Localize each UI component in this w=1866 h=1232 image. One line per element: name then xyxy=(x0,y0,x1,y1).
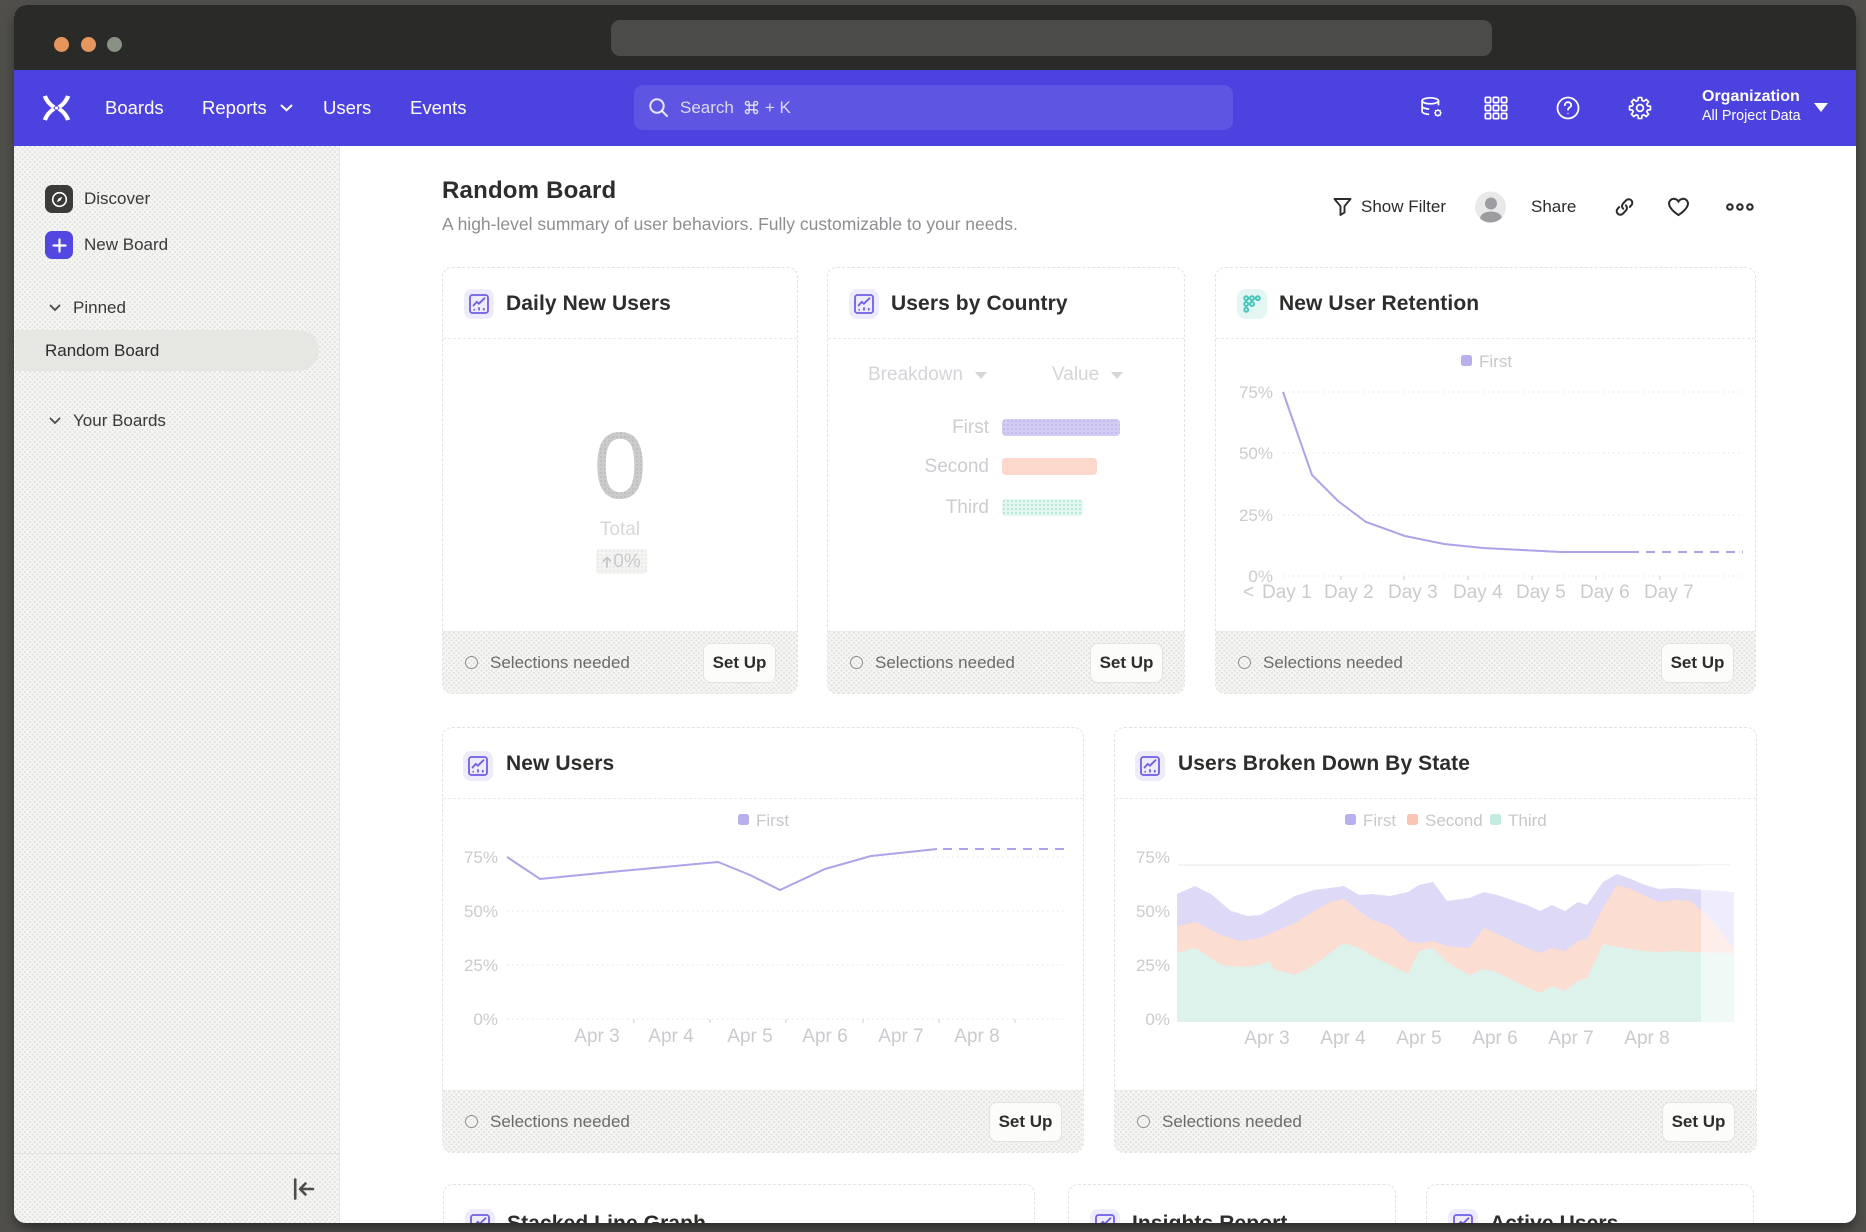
svg-text:Apr 6: Apr 6 xyxy=(802,1026,847,1047)
svg-text:Apr 6: Apr 6 xyxy=(1472,1028,1517,1049)
svg-text:Apr 5: Apr 5 xyxy=(1396,1028,1441,1049)
svg-text:Apr 7: Apr 7 xyxy=(1548,1028,1593,1049)
svg-text:Day 7: Day 7 xyxy=(1644,582,1694,603)
svg-text:50%: 50% xyxy=(464,902,498,921)
svg-text:<: < xyxy=(1243,582,1254,603)
svg-text:75%: 75% xyxy=(1136,848,1170,867)
svg-text:Apr 4: Apr 4 xyxy=(1320,1028,1366,1049)
svg-text:First: First xyxy=(1363,811,1396,830)
svg-text:Day 1: Day 1 xyxy=(1262,582,1312,603)
svg-text:Second: Second xyxy=(1425,811,1483,830)
svg-text:Apr 7: Apr 7 xyxy=(878,1026,923,1047)
svg-text:25%: 25% xyxy=(1239,506,1273,525)
svg-text:Day 6: Day 6 xyxy=(1580,582,1630,603)
svg-text:Apr 8: Apr 8 xyxy=(1624,1028,1669,1049)
svg-text:25%: 25% xyxy=(1136,956,1170,975)
svg-text:Day 5: Day 5 xyxy=(1516,582,1566,603)
svg-text:0%: 0% xyxy=(1145,1010,1170,1029)
svg-text:50%: 50% xyxy=(1136,902,1170,921)
svg-text:Apr 3: Apr 3 xyxy=(1244,1028,1289,1049)
svg-text:Apr 5: Apr 5 xyxy=(727,1026,772,1047)
svg-text:Day 4: Day 4 xyxy=(1453,582,1503,603)
svg-text:Third: Third xyxy=(1508,811,1547,830)
svg-text:Apr 3: Apr 3 xyxy=(574,1026,619,1047)
svg-text:25%: 25% xyxy=(464,956,498,975)
svg-text:First: First xyxy=(756,811,789,830)
svg-text:First: First xyxy=(1479,352,1512,371)
svg-text:75%: 75% xyxy=(464,848,498,867)
svg-text:75%: 75% xyxy=(1239,383,1273,402)
svg-text:50%: 50% xyxy=(1239,444,1273,463)
svg-text:Day 2: Day 2 xyxy=(1324,582,1374,603)
svg-text:Day 3: Day 3 xyxy=(1388,582,1438,603)
svg-text:Apr 8: Apr 8 xyxy=(954,1026,999,1047)
svg-text:0%: 0% xyxy=(473,1010,498,1029)
svg-text:Apr 4: Apr 4 xyxy=(648,1026,694,1047)
